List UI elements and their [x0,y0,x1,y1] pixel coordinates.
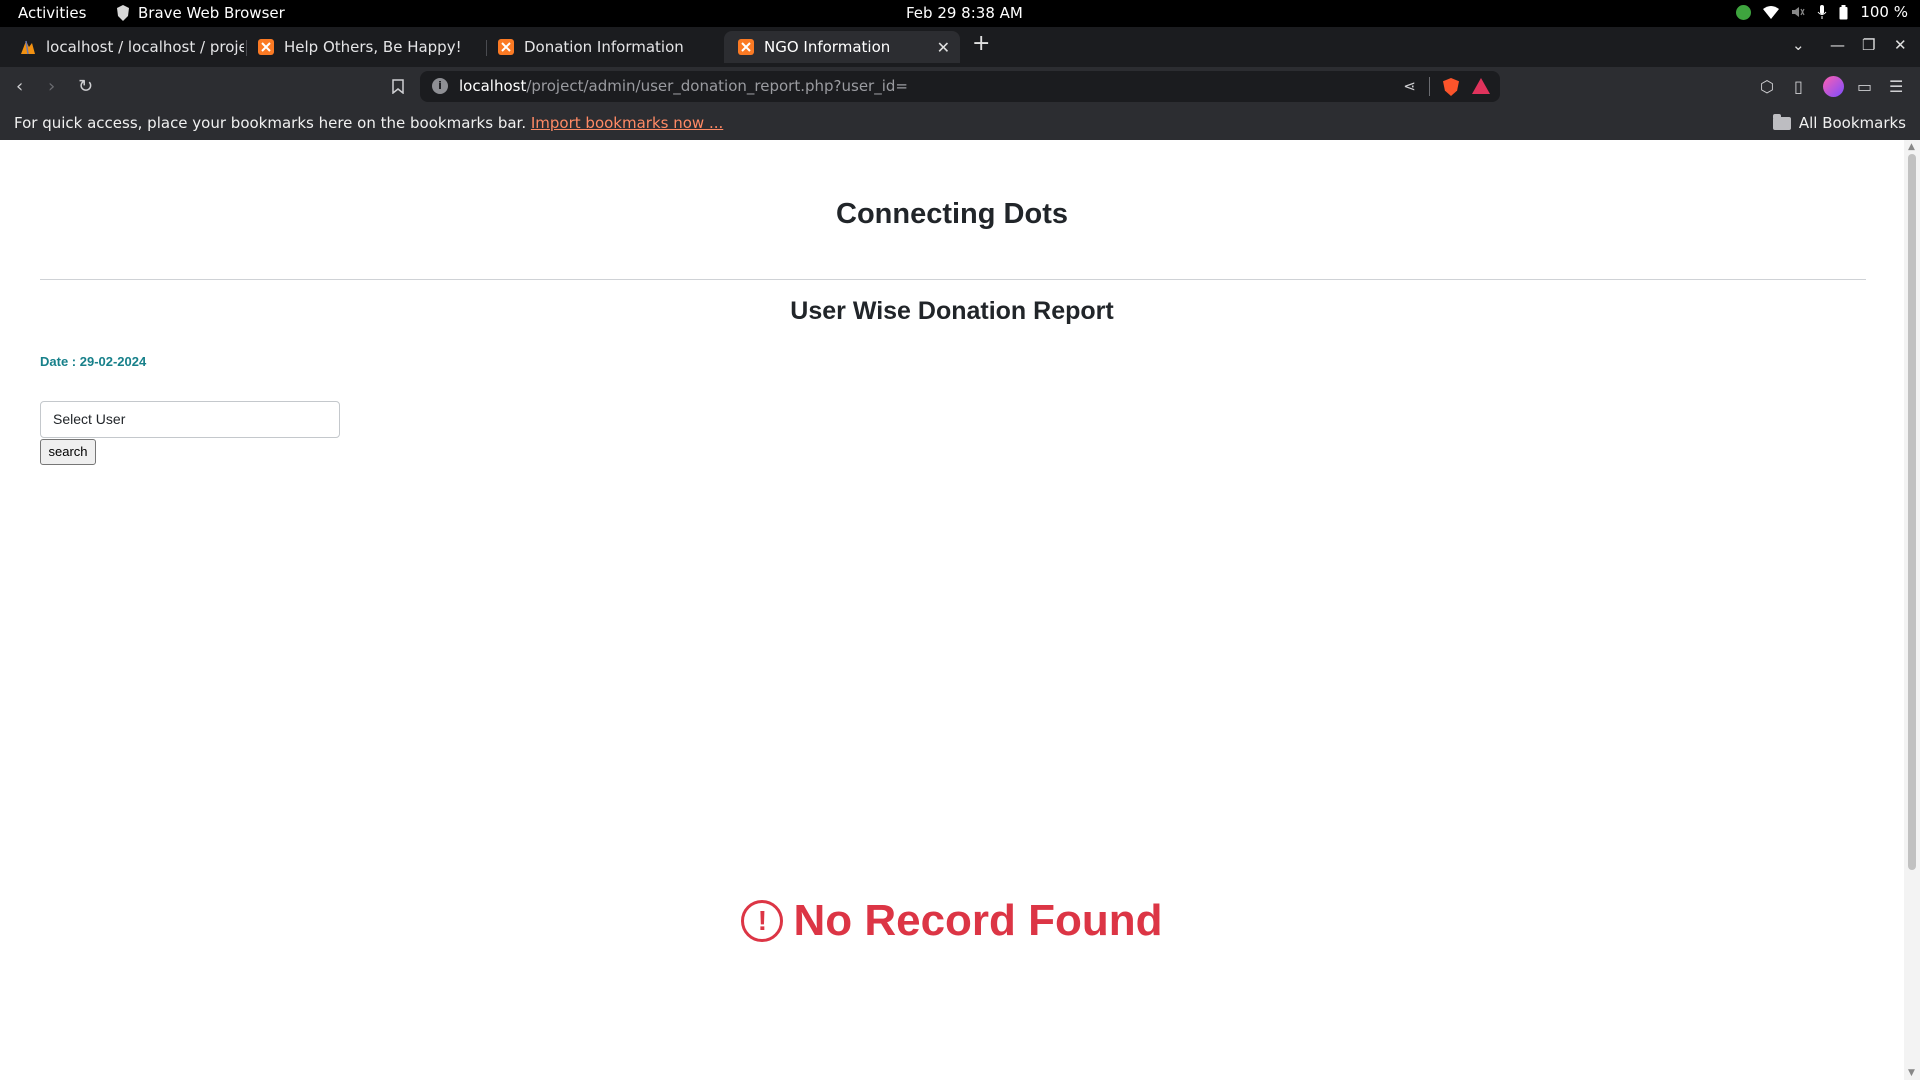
url-host: localhost [459,77,527,95]
all-bookmarks-button[interactable]: All Bookmarks [1772,113,1906,132]
site-title: Connecting Dots [836,198,1068,230]
extensions-icon[interactable]: ⬡ [1760,77,1774,96]
bookmark-page-icon[interactable] [392,79,404,94]
header-divider [40,279,1866,280]
scroll-down-arrow-icon[interactable]: ▼ [1908,1068,1915,1078]
tab-strip: localhost / localhost / projec Help Othe… [0,27,1920,67]
volume-muted-icon [1792,7,1805,17]
scroll-up-arrow-icon[interactable]: ▲ [1908,142,1915,152]
microphone-icon [1817,4,1827,19]
minimize-window-button[interactable]: — [1830,36,1845,54]
update-check-icon[interactable] [1736,4,1752,20]
app-name: Brave Web Browser [138,4,285,22]
folder-icon [1772,113,1791,130]
reload-icon[interactable]: ↻ [78,76,93,97]
bookmarks-hint-text: For quick access, place your bookmarks h… [14,114,527,132]
brave-shields-icon[interactable] [1443,78,1459,96]
tab-label: localhost / localhost / projec [46,38,244,56]
bookmarks-bar: For quick access, place your bookmarks h… [0,106,1920,140]
url-text[interactable]: localhost/project/admin/user_donation_re… [459,77,908,95]
import-bookmarks-link[interactable]: Import bookmarks now ... [531,114,723,132]
back-arrow-icon[interactable]: ‹ [16,76,23,97]
tab-ngo-information[interactable]: NGO Information ✕ [724,31,960,63]
tab-label: Help Others, Be Happy! [284,38,462,56]
maximize-window-button[interactable]: ❐ [1862,36,1875,54]
system-tray[interactable]: 100 % [1736,3,1908,21]
activities-button[interactable]: Activities [18,4,86,22]
brave-rewards-icon[interactable] [1472,78,1490,94]
wallet-icon[interactable]: ▭ [1857,77,1872,96]
xampp-icon [498,39,514,55]
omnibox-divider [1429,77,1430,96]
search-button[interactable]: search [40,439,96,465]
sidebar-toggle-icon[interactable]: ▯ [1794,77,1803,96]
all-bookmarks-label: All Bookmarks [1798,114,1906,132]
tab-label: Donation Information [524,38,684,56]
battery-percent: 100 % [1860,3,1908,21]
page-scrollbar[interactable]: ▲ ▼ [1904,140,1920,1080]
report-date: Date : 29-02-2024 [40,354,147,369]
new-tab-button[interactable]: + [972,33,990,55]
select-user-dropdown[interactable]: Select User [40,401,340,438]
tab-phpmyadmin[interactable]: localhost / localhost / projec [6,31,244,63]
url-path: /project/admin/user_donation_report.php?… [526,77,908,95]
site-info-icon[interactable]: i [432,78,448,94]
no-record-message: ! No Record Found [0,896,1904,946]
xampp-icon [258,39,274,55]
close-window-button[interactable]: ✕ [1894,36,1907,54]
no-record-text: No Record Found [793,896,1163,945]
wifi-icon [1763,5,1780,19]
bookmarks-hint: For quick access, place your bookmarks h… [14,114,723,132]
app-menu[interactable]: Brave Web Browser [116,4,285,22]
brave-lion-icon [117,5,129,21]
system-top-bar: Activities Brave Web Browser Feb 29 8:38… [0,0,1920,27]
tab-help-others[interactable]: Help Others, Be Happy! [244,31,482,63]
forward-arrow-icon[interactable]: › [48,76,55,97]
tab-label: NGO Information [764,38,891,56]
close-tab-icon[interactable]: ✕ [937,38,950,57]
address-bar[interactable]: i localhost/project/admin/user_donation_… [420,71,1500,102]
browser-toolbar: ‹ › ↻ i localhost/project/admin/user_don… [0,67,1920,106]
share-icon[interactable]: ⋖ [1403,77,1416,95]
battery-icon [1839,4,1848,19]
xampp-icon [738,39,754,55]
exclamation-circle-icon: ! [741,900,784,942]
web-page: Connecting Dots User Wise Donation Repor… [0,140,1904,1080]
profile-avatar[interactable] [1823,76,1844,97]
scrollbar-thumb[interactable] [1908,154,1916,870]
report-title: User Wise Donation Report [790,297,1114,325]
phpmyadmin-icon [21,40,35,55]
clock[interactable]: Feb 29 8:38 AM [906,4,1023,22]
tab-search-chevron-icon[interactable]: ⌄ [1792,36,1805,54]
menu-icon[interactable]: ☰ [1889,77,1903,96]
tab-donation-information[interactable]: Donation Information [484,31,722,63]
